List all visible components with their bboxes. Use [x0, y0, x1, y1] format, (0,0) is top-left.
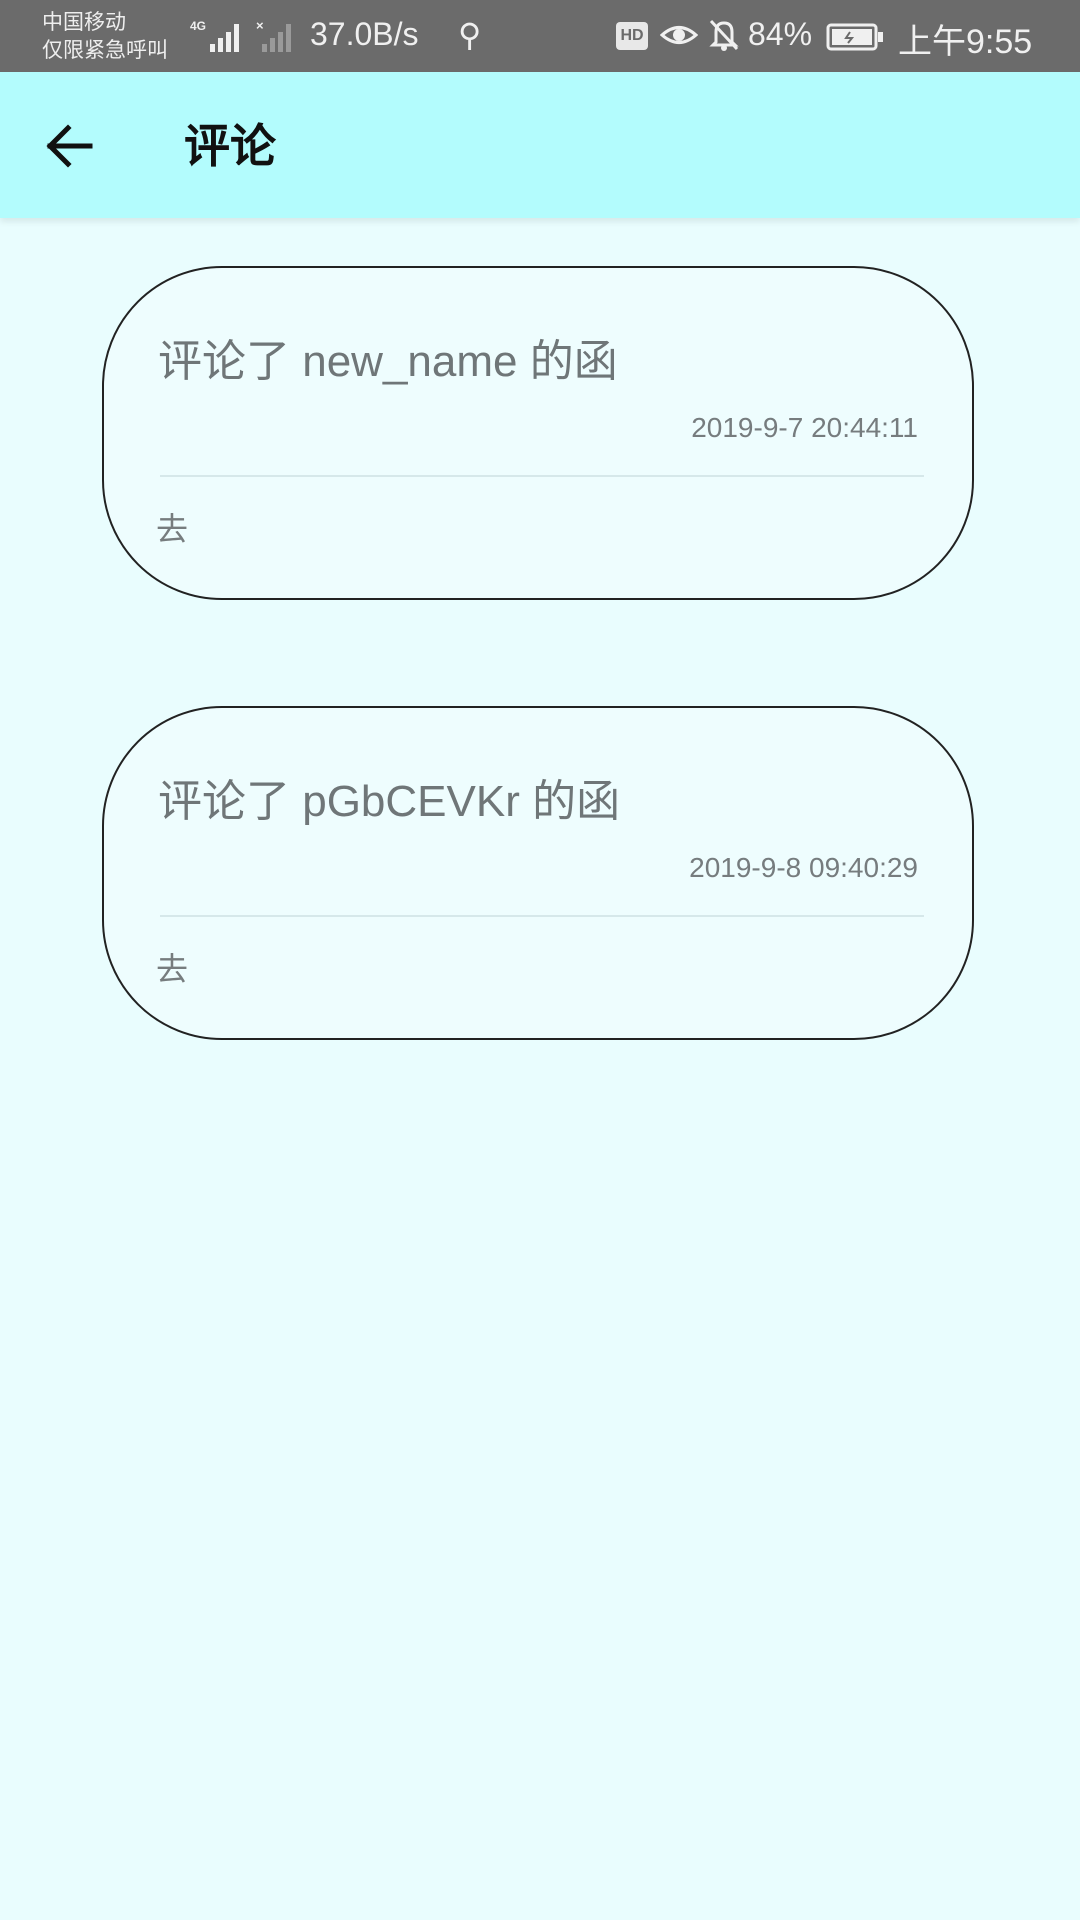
- bell-off-icon: [709, 19, 739, 51]
- back-button[interactable]: [36, 112, 104, 180]
- comment-card[interactable]: 评论了 new_name 的函 2019-9-7 20:44:11 去: [102, 266, 974, 600]
- clock: 上午9:55: [898, 23, 1033, 61]
- eye-icon: [660, 26, 698, 44]
- usb-icon: ⚲: [458, 16, 482, 54]
- hd-icon: HD: [616, 22, 648, 50]
- signal-icon: 4G: [190, 19, 239, 52]
- carrier-name: 中国移动: [42, 10, 126, 34]
- divider: [160, 475, 924, 477]
- carrier-status: 仅限紧急呼叫: [42, 38, 168, 62]
- carrier-info: 中国移动 仅限紧急呼叫: [42, 8, 168, 64]
- divider: [160, 915, 924, 917]
- status-bar: 中国移动 仅限紧急呼叫 4G × 37.0B/s ⚲ HD 84% 上午9:55: [0, 0, 1080, 72]
- go-button[interactable]: 去: [156, 504, 188, 550]
- network-type-label: 4G: [190, 19, 206, 33]
- comment-title: 评论了 new_name 的函: [158, 337, 618, 386]
- comment-card[interactable]: 评论了 pGbCEVKr 的函 2019-9-8 09:40:29 去: [102, 706, 974, 1040]
- page-title: 评论: [184, 119, 276, 173]
- app-bar: 评论: [0, 72, 1080, 218]
- battery-percent: 84%: [748, 16, 813, 52]
- svg-text:×: ×: [256, 18, 264, 33]
- no-signal-icon: ×: [256, 18, 291, 52]
- go-button[interactable]: 去: [156, 944, 188, 990]
- comment-time: 2019-9-8 09:40:29: [689, 852, 918, 883]
- arrow-left-icon: [46, 124, 93, 168]
- comment-time: 2019-9-7 20:44:11: [691, 412, 918, 443]
- net-speed: 37.0B/s: [310, 16, 419, 52]
- comment-title: 评论了 pGbCEVKr 的函: [158, 777, 621, 826]
- battery-icon: [826, 23, 883, 51]
